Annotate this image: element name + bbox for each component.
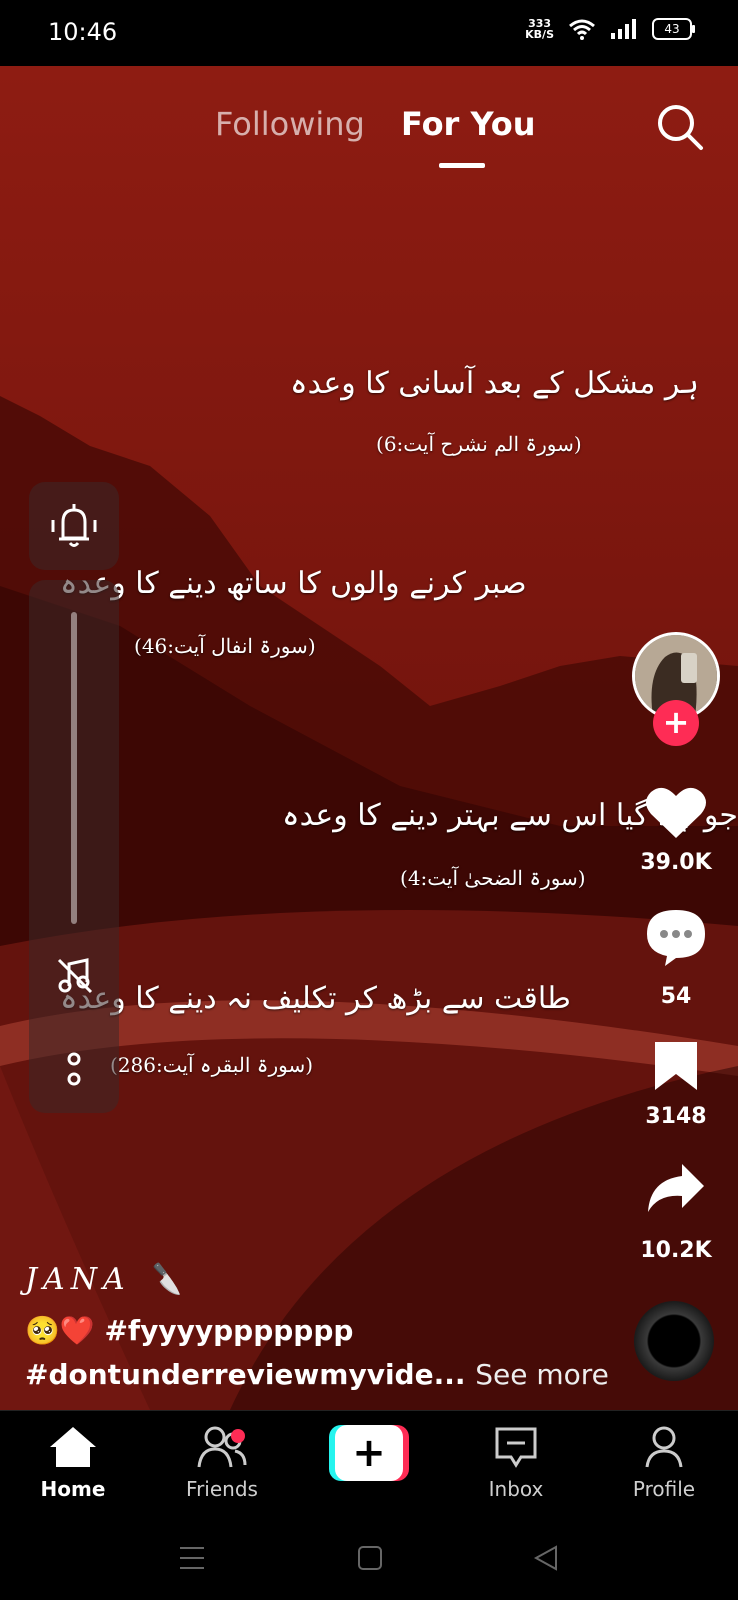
- create-button[interactable]: +: [327, 1425, 411, 1481]
- nav-profile[interactable]: Profile: [609, 1425, 719, 1501]
- bookmark-icon[interactable]: [653, 1040, 699, 1092]
- wifi-icon: [569, 19, 595, 40]
- volume-slider[interactable]: [71, 612, 77, 924]
- bottom-navigation: Home Friends + Inbox Profile: [0, 1410, 738, 1521]
- profile-icon: [645, 1426, 683, 1468]
- home-icon: [50, 1427, 96, 1467]
- search-icon[interactable]: [656, 103, 704, 151]
- recent-apps-icon[interactable]: [178, 1544, 206, 1572]
- comment-count: 54: [660, 984, 692, 1009]
- nav-profile-label: Profile: [632, 1477, 696, 1501]
- share-count: 10.2K: [640, 1238, 712, 1263]
- video-text-line: طاقت سے بڑھ کر تکلیف نہ دینے کا وعدہ: [60, 981, 571, 1016]
- inbox-icon: [495, 1427, 537, 1468]
- caption-hashtags: #dontunderreviewmyvide... See more: [25, 1358, 609, 1391]
- nav-friends-label: Friends: [186, 1477, 258, 1501]
- video-text-line: ہر مشکل کے بعد آسانی کا وعدہ: [290, 366, 699, 401]
- follow-button[interactable]: +: [653, 700, 699, 746]
- notification-toggle-button[interactable]: [29, 482, 119, 570]
- feed-tabs: Following For You: [0, 105, 738, 168]
- nav-inbox[interactable]: Inbox: [461, 1425, 571, 1501]
- system-navigation-bar: [0, 1520, 738, 1600]
- nav-inbox-label: Inbox: [488, 1477, 544, 1501]
- volume-panel: [29, 580, 119, 1113]
- comment-icon[interactable]: [645, 908, 707, 966]
- tab-active-indicator: [439, 163, 485, 168]
- back-icon[interactable]: [532, 1544, 560, 1572]
- bell-vibrate-icon: [51, 504, 97, 547]
- net-speed-unit: KB/S: [525, 28, 554, 41]
- friends-notification-dot: [231, 1429, 245, 1443]
- video-text-ref: (سورۃ انفال آیت:46): [134, 634, 316, 658]
- signal-icon: [611, 19, 636, 39]
- battery-icon: 43: [652, 18, 695, 40]
- save-count: 3148: [645, 1104, 707, 1129]
- status-icons: 333 KB/S 43: [525, 18, 695, 40]
- video-text-line: صبر کرنے والوں کا ساتھ دینے کا وعدہ: [60, 566, 527, 601]
- video-text-ref: (سورۃ الم نشرح آیت:6): [376, 432, 582, 456]
- more-options-icon[interactable]: [64, 1050, 84, 1090]
- music-off-icon[interactable]: [55, 956, 95, 996]
- create-plus-icon: +: [335, 1425, 403, 1481]
- nav-home[interactable]: Home: [18, 1425, 128, 1501]
- caption-text: 🥺❤️ #fyyyyppppppp: [25, 1314, 354, 1347]
- nav-friends[interactable]: Friends: [167, 1425, 277, 1501]
- status-bar: 10:46 333 KB/S 43: [0, 0, 738, 66]
- creator-username[interactable]: JANA 🔪: [25, 1262, 190, 1297]
- music-disc-icon[interactable]: [634, 1301, 714, 1381]
- video-text-ref: (سورۃ الضحیٰ آیت:4): [400, 866, 586, 890]
- like-count: 39.0K: [640, 850, 712, 875]
- net-speed: 333 KB/S: [525, 18, 554, 40]
- home-system-icon[interactable]: [356, 1544, 384, 1572]
- nav-home-label: Home: [40, 1477, 106, 1501]
- video-text-ref: (سورۃ البقرہ آیت:286): [110, 1053, 314, 1077]
- status-time: 10:46: [48, 18, 118, 46]
- see-more-link[interactable]: See more: [475, 1358, 609, 1391]
- heart-icon[interactable]: [645, 784, 707, 840]
- tab-following[interactable]: Following: [215, 105, 365, 143]
- caption-hashtag-line[interactable]: #dontunderreviewmyvide...: [25, 1358, 466, 1391]
- share-icon[interactable]: [646, 1160, 706, 1216]
- tab-for-you[interactable]: For You: [401, 105, 535, 143]
